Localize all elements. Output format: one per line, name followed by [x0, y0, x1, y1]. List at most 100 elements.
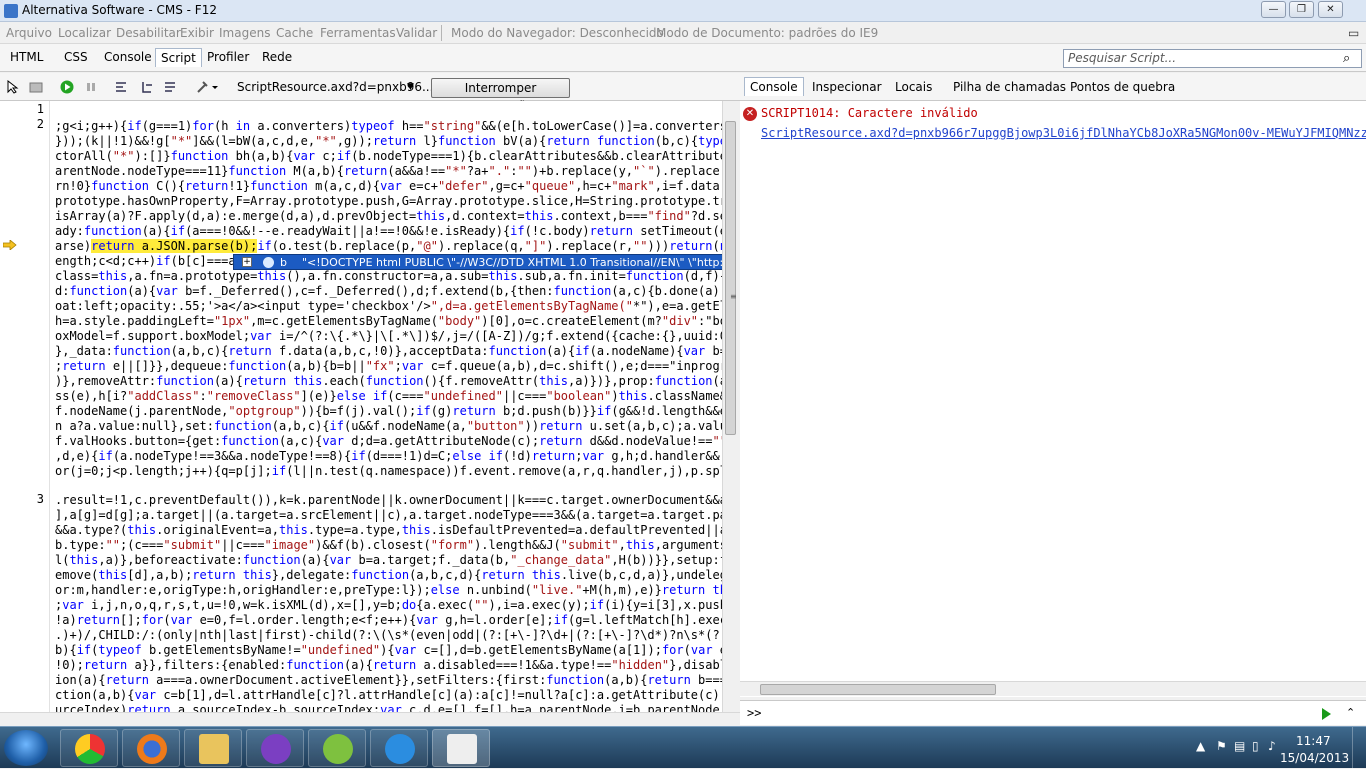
- code-line[interactable]: !a)return[];for(var e=0,f=l.order.length…: [55, 613, 736, 628]
- code-line[interactable]: oat:left;opacity:.55;'>a</a><input type=…: [55, 299, 736, 314]
- error-source-link[interactable]: ScriptResource.axd?d=pnxb966r7upggBjowp3…: [761, 126, 1366, 140]
- start-button[interactable]: [4, 730, 48, 766]
- step-out-icon[interactable]: [164, 80, 178, 94]
- code-line[interactable]: .)+)/,CHILD:/:(only|nth|last|first)-chil…: [55, 628, 736, 643]
- code-line[interactable]: f.valHooks.button={get:function(a,c){var…: [55, 434, 736, 449]
- taskbar-firefox[interactable]: [122, 729, 180, 767]
- code-line[interactable]: ction(a,b){var c=b[1],d=l.attrHandle[c]?…: [55, 688, 736, 703]
- battery-icon[interactable]: ▯: [1252, 739, 1259, 753]
- clock-date[interactable]: 15/04/2013: [1280, 751, 1349, 765]
- tab-profiler[interactable]: Profiler: [207, 50, 249, 64]
- code-line[interactable]: ss(e),h[i?"addClass":"removeClass"](e)}e…: [55, 389, 736, 404]
- code-line[interactable]: ;g<i;g++){if(g===1)for(h in a.converters…: [55, 119, 736, 134]
- code-line[interactable]: or:m,handler:e,origType:h,origHandler:e,…: [55, 583, 736, 598]
- console-horizontal-scrollbar[interactable]: [740, 681, 1366, 696]
- show-desktop-button[interactable]: [1352, 727, 1366, 769]
- step-over-icon[interactable]: [140, 80, 154, 94]
- code-line[interactable]: emove(this[d],a,b);return this},delegate…: [55, 568, 736, 583]
- code-line[interactable]: ;var i,j,n,o,q,r,s,t,u=!0,w=k.isXML(d),x…: [55, 598, 736, 613]
- code-line[interactable]: oxModel=f.support.boxModel;var i=/^(?:\{…: [55, 329, 736, 344]
- code-line[interactable]: d:function(a){var b=f._Deferred(),c=f._D…: [55, 284, 736, 299]
- multiline-toggle-icon[interactable]: ⌃: [1346, 706, 1355, 719]
- tab-pontos-de-quebra[interactable]: Pontos de quebra: [1070, 80, 1175, 94]
- code-line[interactable]: &&a.type?(this.originalEvent=a,this.type…: [55, 523, 736, 538]
- search-icon[interactable]: ⌕: [1343, 51, 1350, 66]
- code-line[interactable]: )},removeAttr:function(a){return this.ea…: [55, 374, 736, 389]
- menu-cache[interactable]: Cache: [276, 26, 313, 40]
- network-icon[interactable]: ▤: [1234, 739, 1245, 753]
- script-file-select[interactable]: ScriptResource.axd?d=pnxb96...: [237, 80, 433, 94]
- code-line[interactable]: b.type:"";(c==="submit"||c==="image")&&f…: [55, 538, 736, 553]
- taskbar-chrome[interactable]: [60, 729, 118, 767]
- taskbar-ie[interactable]: [370, 729, 428, 767]
- tab-locais[interactable]: Locais: [895, 80, 932, 94]
- code-line[interactable]: ],a[g]=d[g];a.target||(a.target=a.srcEle…: [55, 508, 736, 523]
- code-line[interactable]: !0);return a}},filters:{enabled:function…: [55, 658, 736, 673]
- run-script-icon[interactable]: [1322, 708, 1331, 720]
- tab-pilha-de-chamadas[interactable]: Pilha de chamadas: [953, 80, 1066, 94]
- scrollbar-thumb[interactable]: [760, 684, 996, 695]
- console-input[interactable]: >> ⌃: [740, 700, 1366, 725]
- code-editor[interactable]: 1 2 3 ;g<i;g++){if(g===1)for(h in a.conv…: [0, 101, 737, 712]
- pin-icon[interactable]: ▭: [1348, 26, 1359, 40]
- menu-desabilitar[interactable]: Desabilitar: [116, 26, 181, 40]
- taskbar-visual-studio[interactable]: [246, 729, 304, 767]
- code-line[interactable]: rn!0}function C(){return!1}function m(a,…: [55, 179, 736, 194]
- code-line[interactable]: }));(k||!1)&&!g["*"]&&(l=bW(a,c,d,e,"*",…: [55, 134, 736, 149]
- code-line[interactable]: h=a.style.paddingLeft="1px",m=c.getEleme…: [55, 314, 736, 329]
- code-line[interactable]: ctorAll("*"):[]}function bh(a,b){var c;i…: [55, 149, 736, 164]
- line-gutter[interactable]: 1 2 3: [0, 101, 50, 712]
- minimize-button[interactable]: —: [1261, 1, 1286, 18]
- taskbar-explorer[interactable]: [184, 729, 242, 767]
- code-line[interactable]: ady:function(a){if(a===!0&&!--e.readyWai…: [55, 224, 736, 239]
- browser-mode[interactable]: Modo do Navegador: Desconhecido: [451, 26, 664, 40]
- break-on-error-button[interactable]: Interromper Depuração: [431, 78, 570, 113]
- taskbar-gtalk[interactable]: [308, 729, 366, 767]
- clock-time[interactable]: 11:47: [1296, 734, 1331, 748]
- code-line[interactable]: ;return e||[]}},dequeue:function(a,b){b=…: [55, 359, 736, 374]
- code-line[interactable]: isArray(a)?F.apply(d,a):e.merge(d,a),d.p…: [55, 209, 736, 224]
- flag-icon[interactable]: ⚑: [1216, 739, 1227, 753]
- step-into-icon[interactable]: [115, 80, 129, 94]
- menu-arquivo[interactable]: Arquivo: [6, 26, 52, 40]
- code-line[interactable]: n a?a.value:null},set:function(a,b,c){if…: [55, 419, 736, 434]
- code-line[interactable]: l(this,a)},beforeactivate:function(a){va…: [55, 553, 736, 568]
- code-line[interactable]: prototype.hasOwnProperty,F=Array.prototy…: [55, 194, 736, 209]
- editor-horizontal-scrollbar[interactable]: [0, 712, 740, 726]
- tab-console[interactable]: Console: [104, 50, 152, 64]
- tray-expand-icon[interactable]: ▲: [1196, 739, 1205, 753]
- tab-html[interactable]: HTML: [10, 50, 43, 64]
- code-line[interactable]: ion(a){return a===a.ownerDocument.active…: [55, 673, 736, 688]
- code-line[interactable]: or(j=0;j<p.length;j++){q=p[j];if(l||n.te…: [55, 464, 736, 479]
- search-script-input[interactable]: Pesquisar Script...: [1063, 49, 1362, 68]
- tab-right-console[interactable]: Console: [744, 77, 804, 96]
- menu-localizar[interactable]: Localizar: [58, 26, 111, 40]
- clear-icon[interactable]: [29, 80, 43, 94]
- pause-icon[interactable]: [84, 80, 98, 94]
- maximize-button[interactable]: ❐: [1289, 1, 1314, 18]
- menu-ferramentas[interactable]: Ferramentas: [320, 26, 396, 40]
- code-line[interactable]: f.nodeName(j.parentNode,"optgroup")){b=f…: [55, 404, 734, 419]
- variable-tooltip[interactable]: + b "<!DOCTYPE html PUBLIC \"-//W3C//DTD…: [233, 254, 736, 270]
- code-line[interactable]: },_data:function(a,b,c){return f.data(a,…: [55, 344, 736, 359]
- expand-icon[interactable]: +: [242, 257, 252, 267]
- settings-icon[interactable]: [196, 80, 220, 94]
- code-content[interactable]: ;g<i;g++){if(g===1)for(h in a.converters…: [55, 101, 736, 712]
- menu-validar[interactable]: Validar: [396, 26, 437, 40]
- tab-inspecionar[interactable]: Inspecionar: [812, 80, 882, 94]
- taskbar-devtools[interactable]: [432, 729, 490, 767]
- code-line[interactable]: urceIndex)return a.sourceIndex-b.sourceI…: [55, 703, 736, 712]
- code-line[interactable]: b){if(typeof b.getElementsByName!="undef…: [55, 643, 736, 658]
- select-element-icon[interactable]: [6, 80, 20, 94]
- tab-css[interactable]: CSS: [64, 50, 88, 64]
- chevron-down-icon[interactable]: ▼: [407, 82, 414, 92]
- document-mode[interactable]: Modo de Documento: padrões do IE9: [656, 26, 878, 40]
- close-button[interactable]: ✕: [1318, 1, 1343, 18]
- editor-vertical-scrollbar[interactable]: ≡: [722, 101, 737, 712]
- volume-icon[interactable]: ♪: [1268, 739, 1276, 753]
- menu-exibir[interactable]: Exibir: [180, 26, 214, 40]
- code-line[interactable]: arentNode.nodeType===11}function M(a,b){…: [55, 164, 736, 179]
- tab-script[interactable]: Script: [155, 48, 202, 67]
- menu-imagens[interactable]: Imagens: [219, 26, 270, 40]
- code-line[interactable]: ,d,e){if(a.nodeType!==3&&a.nodeType!==8)…: [55, 449, 736, 464]
